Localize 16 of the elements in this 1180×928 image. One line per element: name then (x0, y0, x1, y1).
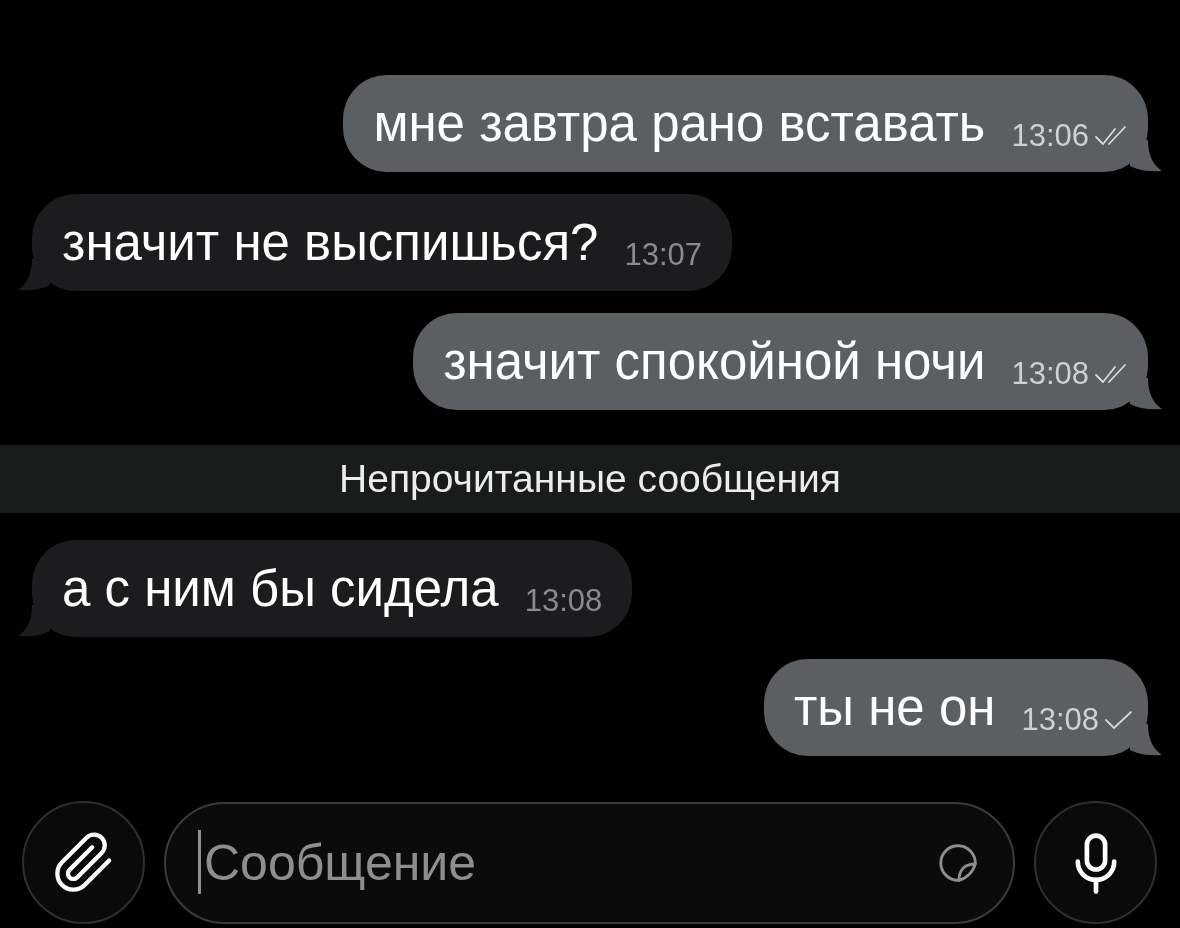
bubble-tail (1130, 724, 1162, 756)
bubble-tail (18, 259, 50, 291)
text-cursor (198, 829, 201, 894)
divider-label: Непрочитанные сообщения (339, 457, 841, 501)
message-time: 13:08 (1011, 358, 1089, 389)
message-input[interactable]: Сообщение (164, 801, 1015, 924)
bubble-tail (1130, 378, 1162, 410)
message-text: значит не выспишься? (62, 217, 599, 268)
bubble-tail (18, 605, 50, 637)
message-text: ты не он (794, 682, 996, 733)
message-time: 13:08 (1021, 704, 1099, 735)
message-time: 13:06 (1011, 120, 1089, 151)
bubble-tail (1130, 140, 1162, 172)
message-time: 13:08 (524, 585, 603, 616)
message-time: 13:07 (624, 239, 702, 270)
message-text: значит спокойной ночи (443, 336, 986, 387)
